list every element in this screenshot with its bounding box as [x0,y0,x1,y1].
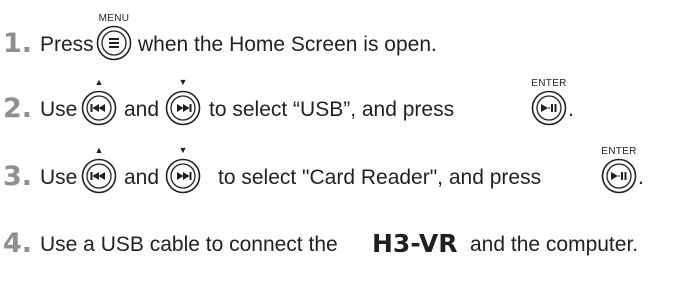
button-label: MENU [98,13,130,24]
rewind-button-icon [81,90,117,126]
step-text: and the computer. [470,233,639,256]
step-text: Press [40,33,94,56]
rewind-button: ▲ [81,146,117,194]
step-text: and [124,98,160,121]
step-text: to select "Card Reader", and press [218,166,542,189]
rewind-button-icon [81,158,117,194]
fast-forward-button-icon [165,90,201,126]
step-number: 3. [3,161,33,192]
step-text: Use [40,166,78,189]
play-pause-button: ENTER [601,146,637,194]
down-triangle-icon: ▼ [178,77,188,87]
play-pause-button-icon [531,90,567,126]
play-pause-button: ENTER [531,78,567,126]
step-number: 4. [3,228,33,259]
button-label: ENTER [601,146,637,157]
step-number: 2. [3,93,33,124]
step-2: 2. Use ▲ and ▼ to select “USB”, and pres… [0,78,687,131]
step-text: when the Home Screen is open. [138,33,437,56]
step-text: Use [40,98,78,121]
down-triangle-icon: ▼ [178,145,188,155]
menu-button-icon [96,25,132,61]
button-label: ENTER [531,78,567,89]
step-text: . [568,98,574,121]
up-triangle-icon: ▲ [94,145,104,155]
menu-button: MENU [96,13,132,61]
model-name: H3-VR [372,229,458,258]
step-3: 3. Use ▲ and ▼ to select "Card Reader", … [0,146,687,199]
step-4: 4. Use a USB cable to connect the H3-VR … [0,220,687,266]
fast-forward-button-icon [165,158,201,194]
step-text: to select “USB”, and press [209,98,455,121]
step-text: Use a USB cable to connect the [40,233,338,256]
play-pause-button-icon [601,158,637,194]
rewind-button: ▲ [81,78,117,126]
step-text: and [124,166,160,189]
up-triangle-icon: ▲ [94,77,104,87]
fast-forward-button: ▼ [165,146,201,194]
fast-forward-button: ▼ [165,78,201,126]
step-number: 1. [3,28,33,59]
step-text: . [638,166,644,189]
step-1: 1. Press MENU when the Home Screen is op… [0,13,687,66]
